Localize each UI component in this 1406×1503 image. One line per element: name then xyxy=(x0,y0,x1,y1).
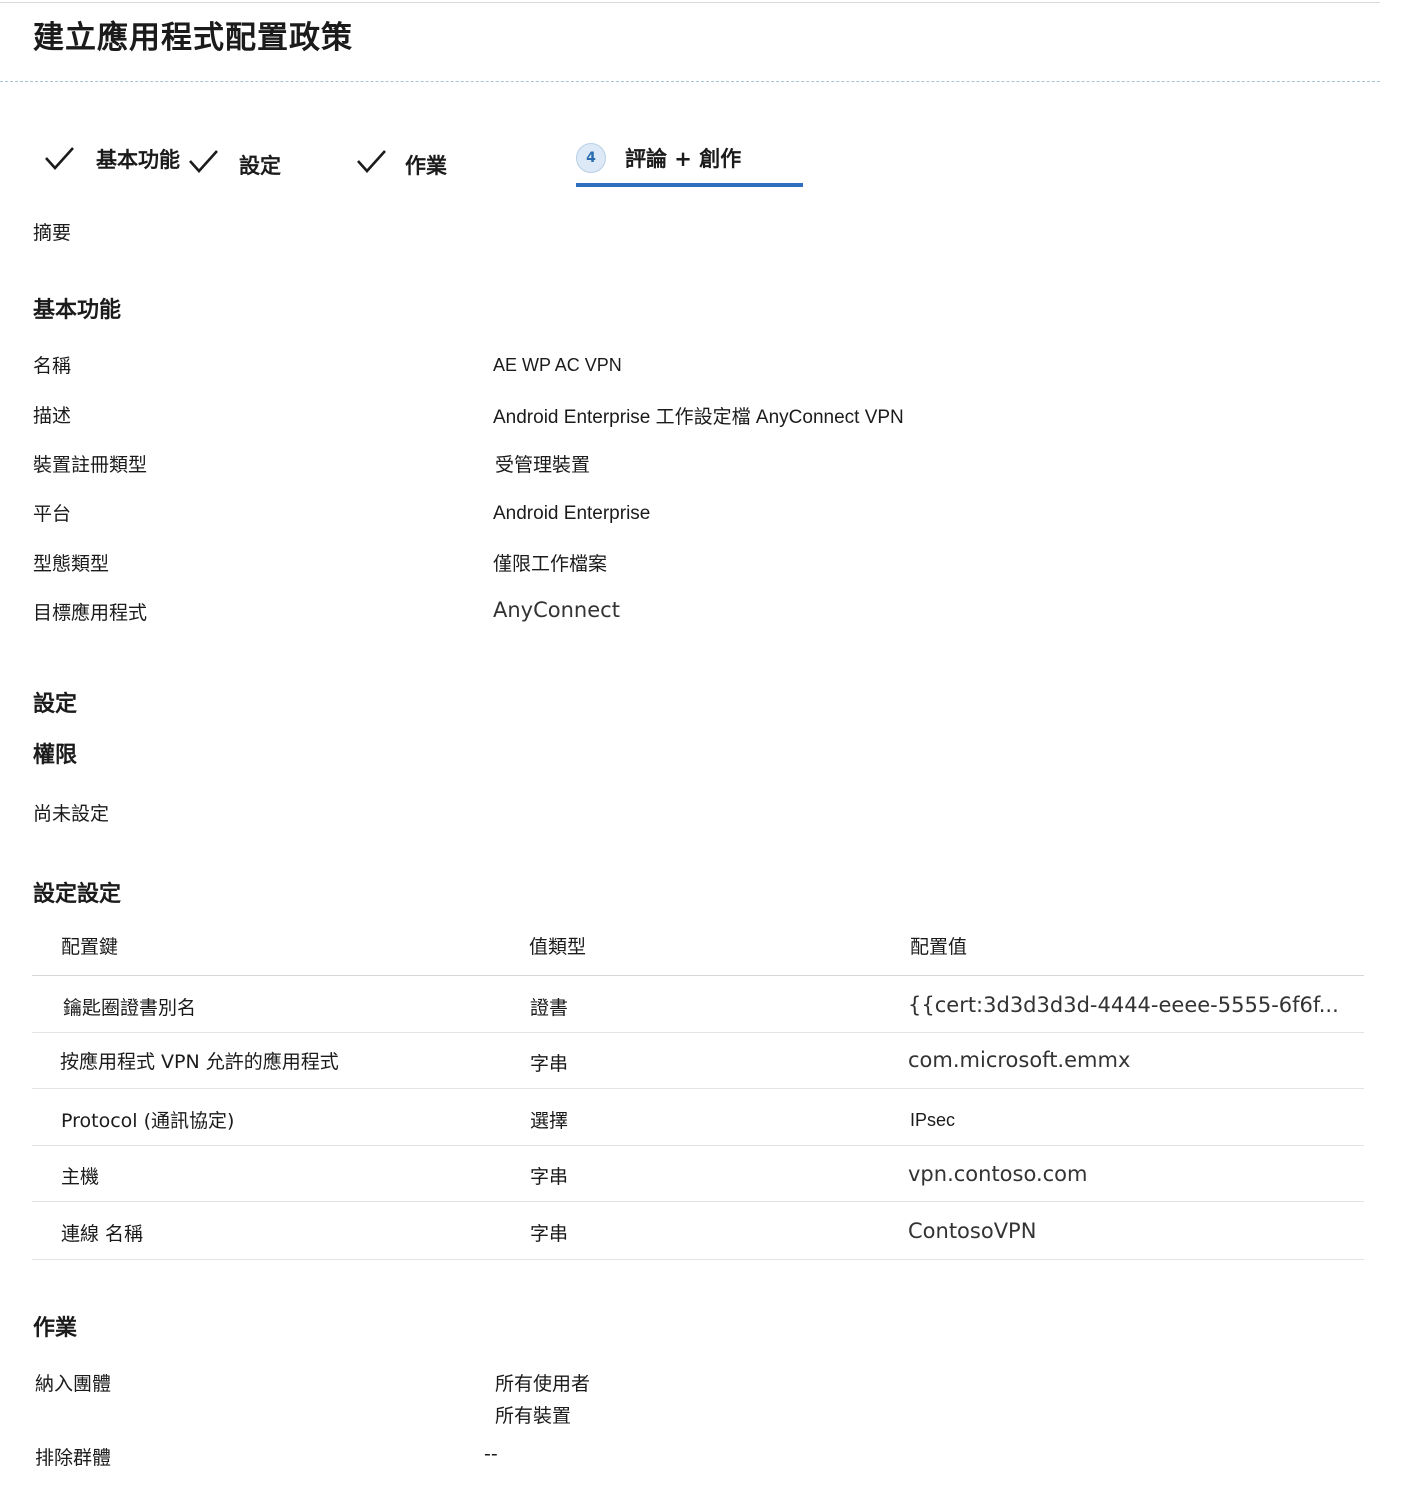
basics-target-app-label: 目標應用程式 xyxy=(33,602,148,624)
row-divider xyxy=(32,1259,1364,1260)
table-header-divider xyxy=(32,975,1364,976)
step-label-settings: 設定 xyxy=(239,154,281,178)
row-key: 連線 名稱 xyxy=(61,1223,144,1245)
row-value: vpn.contoso.com xyxy=(908,1162,1088,1186)
row-divider xyxy=(32,1032,1364,1033)
tab-assignments[interactable]: 作業 xyxy=(356,144,447,180)
basics-enrollment-value: 受管理裝置 xyxy=(495,454,591,476)
step-label-assignments: 作業 xyxy=(405,154,447,178)
row-type: 字串 xyxy=(530,1223,569,1245)
top-border xyxy=(0,2,1380,3)
basics-description-value: Android Enterprise 工作設定檔 AnyConnect VPN xyxy=(493,407,904,428)
basics-enrollment-label: 裝置註冊類型 xyxy=(33,454,148,476)
included-groups-label: 納入團體 xyxy=(35,1373,112,1395)
column-header-value: 配置值 xyxy=(910,936,968,958)
page-title: 建立應用程式配置政策 xyxy=(33,20,353,56)
step-label-basics: 基本功能 xyxy=(96,148,180,172)
basics-heading: 基本功能 xyxy=(33,298,122,323)
configuration-settings-heading: 設定設定 xyxy=(33,882,122,907)
permissions-value: 尚未設定 xyxy=(33,803,110,825)
basics-description-label: 描述 xyxy=(33,405,72,427)
excluded-groups-label: 排除群體 xyxy=(35,1447,112,1469)
row-value: {{cert:3d3d3d3d-4444-eeee-5555-6f6f... xyxy=(908,993,1339,1017)
assignments-heading: 作業 xyxy=(33,1316,78,1341)
included-group-item: 所有裝置 xyxy=(495,1405,572,1427)
settings-heading: 設定 xyxy=(33,692,78,717)
row-type: 字串 xyxy=(530,1166,569,1188)
included-group-item: 所有使用者 xyxy=(495,1373,591,1395)
row-key: 鑰匙圈證書別名 xyxy=(63,997,197,1019)
row-divider xyxy=(32,1088,1364,1089)
tab-review-create[interactable]: 4 評論 + 創作 xyxy=(576,143,741,173)
row-value: IPsec xyxy=(910,1110,956,1130)
row-value: com.microsoft.emmx xyxy=(908,1048,1131,1072)
row-key: 主機 xyxy=(61,1166,100,1188)
active-step-indicator xyxy=(576,183,803,187)
excluded-groups-value: -- xyxy=(484,1443,498,1465)
checkmark-icon xyxy=(45,147,74,170)
column-header-key: 配置鍵 xyxy=(61,936,119,958)
basics-profile-type-value: 僅限工作檔案 xyxy=(493,553,608,575)
checkmark-icon xyxy=(189,150,218,173)
row-divider xyxy=(32,1201,1364,1202)
title-divider xyxy=(0,81,1380,82)
row-type: 選擇 xyxy=(530,1110,569,1132)
row-key: 按應用程式 VPN 允許的應用程式 xyxy=(60,1051,339,1073)
step-number-badge: 4 xyxy=(576,143,606,173)
step-label-review-create: 評論 + 創作 xyxy=(625,147,742,171)
row-type: 證書 xyxy=(530,997,569,1019)
permissions-heading: 權限 xyxy=(33,743,78,768)
column-header-type: 值類型 xyxy=(529,936,587,958)
row-divider xyxy=(32,1145,1364,1146)
tab-settings[interactable]: 設定 xyxy=(188,144,281,180)
basics-platform-label: 平台 xyxy=(33,503,72,525)
basics-profile-type-label: 型態類型 xyxy=(33,553,110,575)
tab-basics[interactable]: 基本功能 xyxy=(44,144,180,174)
summary-label: 摘要 xyxy=(33,222,72,244)
basics-platform-value: Android Enterprise xyxy=(493,503,651,524)
basics-target-app-value: AnyConnect xyxy=(493,598,620,622)
row-type: 字串 xyxy=(530,1053,569,1075)
basics-name-value: AE WP AC VPN xyxy=(493,355,622,375)
basics-name-label: 名稱 xyxy=(33,355,72,377)
checkmark-icon xyxy=(357,150,386,173)
row-key: Protocol (通訊協定) xyxy=(61,1110,235,1132)
row-value: ContosoVPN xyxy=(908,1219,1037,1243)
